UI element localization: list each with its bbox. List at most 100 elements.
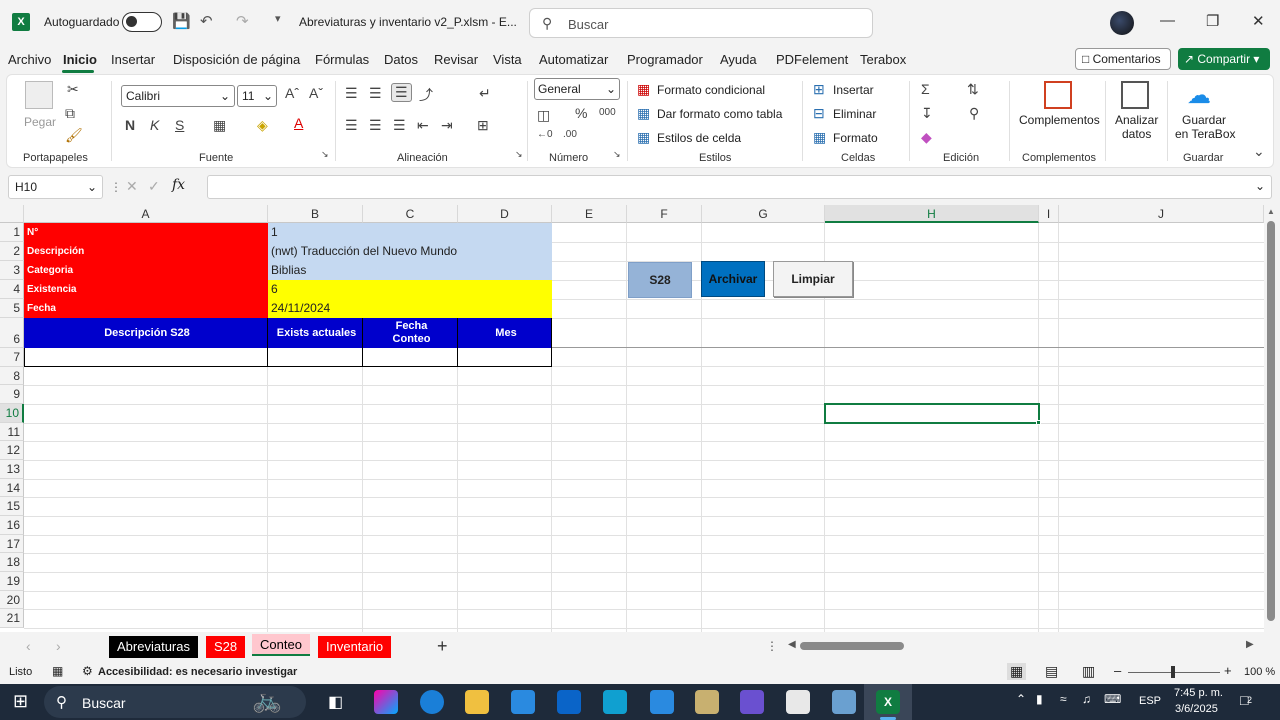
format-painter-icon[interactable]: 🖌 (65, 127, 83, 144)
value-cell-existencia[interactable]: 6 (268, 280, 552, 299)
row-header[interactable]: 6 (0, 318, 24, 348)
borders-icon[interactable]: ▦ (213, 117, 226, 134)
addins-icon[interactable] (1044, 81, 1072, 109)
more-sheets-icon[interactable]: ⋮ (766, 639, 778, 653)
cut-icon[interactable]: ✂ (67, 81, 79, 98)
table-cell[interactable] (362, 348, 458, 367)
tab-revisar[interactable]: Revisar (434, 52, 478, 67)
row-header[interactable]: 17 (0, 535, 24, 553)
collapse-ribbon-icon[interactable]: ⌄ (1253, 143, 1265, 160)
customize-toolbar-icon[interactable]: ▾ (275, 12, 281, 25)
share-button[interactable]: ↗ Compartir ▾ (1178, 48, 1270, 70)
row-header[interactable]: 4 (0, 280, 24, 299)
avatar[interactable] (1110, 11, 1134, 35)
row-header[interactable]: 5 (0, 299, 24, 318)
language-indicator[interactable]: ESP (1139, 695, 1161, 707)
windows-start-icon[interactable]: ⊞ (13, 691, 28, 712)
column-header[interactable]: F (627, 205, 702, 223)
font-size-select[interactable]: 11 ⌄ (237, 85, 277, 107)
column-header[interactable]: A (24, 205, 268, 223)
fill-icon[interactable]: ↧ (921, 105, 933, 122)
accessibility-icon[interactable]: ⚙ (82, 664, 93, 678)
redo-icon[interactable]: ↷ (236, 12, 249, 30)
dialog-launcher-icon[interactable]: ↘ (515, 149, 523, 160)
label-cell-n[interactable]: N° (24, 223, 268, 242)
row-header[interactable]: 11 (0, 423, 24, 441)
zoom-out-icon[interactable]: – (1114, 663, 1121, 678)
merge-center-icon[interactable]: ⊞ (477, 117, 489, 134)
volume-icon[interactable]: ♫ (1082, 692, 1091, 706)
number-format-select[interactable]: General ⌄ (534, 78, 620, 100)
column-header[interactable]: B (268, 205, 363, 223)
table-cell[interactable] (457, 348, 552, 367)
next-sheet-icon[interactable]: › (56, 638, 61, 654)
increase-decimal-icon[interactable]: ←0 (537, 129, 553, 140)
row-header[interactable]: 9 (0, 385, 24, 404)
align-bottom-icon[interactable]: ☰ (391, 83, 412, 102)
limpiar-button[interactable]: Limpiar (773, 261, 853, 297)
align-top-icon[interactable]: ☰ (345, 85, 358, 102)
comments-button[interactable]: □ Comentarios (1075, 48, 1171, 70)
align-left-icon[interactable]: ☰ (345, 117, 358, 134)
find-select-icon[interactable]: ⚲ (969, 105, 979, 122)
minimize-icon[interactable]: — (1160, 12, 1175, 29)
scroll-right-icon[interactable]: ▶ (1246, 639, 1254, 650)
column-header[interactable]: C (363, 205, 458, 223)
formula-input[interactable]: ⌄ (207, 175, 1272, 199)
name-box[interactable]: H10 ⌄ (8, 175, 103, 199)
conditional-format-button[interactable]: Formato condicional (657, 83, 765, 97)
bold-icon[interactable]: N (125, 117, 135, 133)
horizontal-scrollbar[interactable] (800, 642, 904, 650)
decrease-font-icon[interactable]: Aˇ (309, 85, 323, 101)
outlook-icon[interactable] (557, 690, 581, 714)
file-explorer-icon[interactable] (465, 690, 489, 714)
add-sheet-icon[interactable]: + (437, 636, 448, 657)
tab-automatizar[interactable]: Automatizar (539, 52, 608, 67)
table-cell[interactable] (267, 348, 363, 367)
sheet-tab-conteo[interactable]: Conteo (252, 634, 310, 656)
s28-button[interactable]: S28 (628, 262, 692, 298)
row-header[interactable]: 15 (0, 497, 24, 516)
orientation-icon[interactable]: ⤴ (419, 85, 433, 105)
header-mes[interactable]: Mes (458, 318, 552, 348)
column-header[interactable]: J (1059, 205, 1264, 223)
row-header[interactable]: 1 (0, 223, 24, 242)
app-icon[interactable] (740, 690, 764, 714)
value-cell-fecha[interactable]: 24/11/2024 (268, 299, 552, 318)
wrap-text-icon[interactable]: ↵ (479, 85, 491, 102)
autosave-toggle[interactable] (122, 12, 162, 32)
row-header[interactable]: 18 (0, 553, 24, 572)
sort-filter-icon[interactable]: ⇅ (967, 81, 979, 98)
page-layout-icon[interactable]: ▤ (1045, 663, 1058, 680)
scroll-thumb[interactable] (1267, 221, 1275, 621)
format-as-table-button[interactable]: Dar formato como tabla (657, 107, 782, 121)
decrease-indent-icon[interactable]: ⇤ (417, 117, 429, 134)
copilot-icon[interactable] (374, 690, 398, 714)
format-cells-button[interactable]: Formato (833, 131, 878, 145)
column-header[interactable]: E (552, 205, 627, 223)
header-fecha-conteo[interactable]: Fecha Conteo (363, 318, 458, 348)
value-cell-categoria[interactable]: Biblias (268, 261, 552, 280)
app-icon[interactable] (695, 690, 719, 714)
macro-record-icon[interactable]: ▦ (52, 664, 63, 678)
search-box[interactable]: ⚲ Buscar (529, 8, 873, 38)
increase-indent-icon[interactable]: ⇥ (441, 117, 453, 134)
column-header[interactable]: I (1039, 205, 1059, 223)
row-header[interactable]: 2 (0, 242, 24, 261)
row-header[interactable]: 16 (0, 516, 24, 535)
store-icon[interactable] (511, 690, 535, 714)
tab-datos[interactable]: Datos (384, 52, 418, 67)
header-descripcion-s28[interactable]: Descripción S28 (24, 318, 268, 348)
tab-archivo[interactable]: Archivo (8, 52, 51, 67)
label-cell-descripcion[interactable]: Descripción (24, 242, 268, 261)
task-view-icon[interactable]: ◧ (328, 692, 343, 712)
security-icon[interactable] (786, 690, 810, 714)
zoom-in-icon[interactable]: + (1224, 663, 1232, 678)
decrease-decimal-icon[interactable]: .00 (563, 129, 577, 140)
zoom-level[interactable]: 100 % (1244, 666, 1275, 678)
align-right-icon[interactable]: ☰ (393, 117, 406, 134)
vertical-scrollbar[interactable]: ▲ (1264, 205, 1280, 632)
fx-icon[interactable]: fx (172, 177, 185, 193)
column-header[interactable]: H (825, 205, 1039, 223)
edge-icon[interactable] (420, 690, 444, 714)
